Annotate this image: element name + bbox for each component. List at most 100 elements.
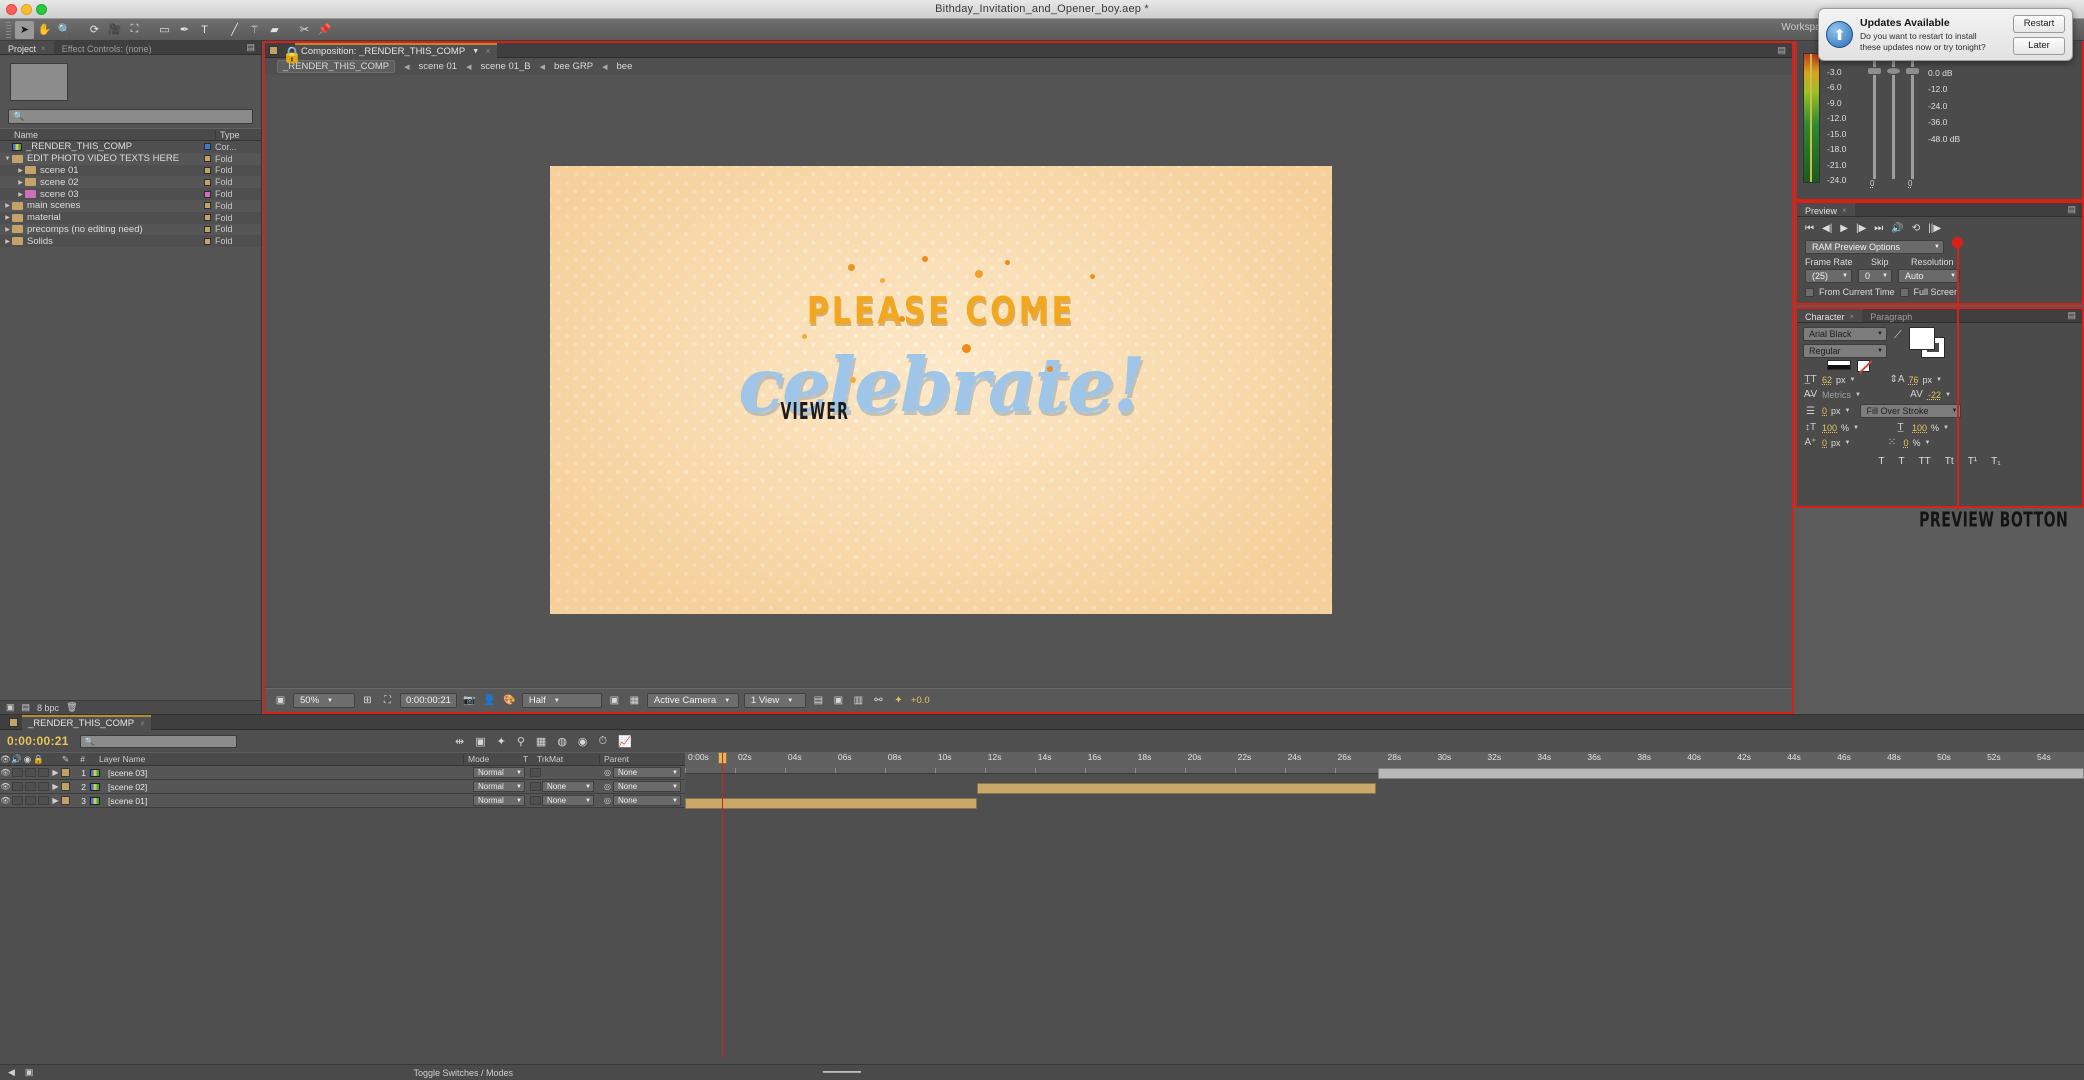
audio-slider-knob-3[interactable] [1905, 67, 1920, 75]
font-size-value[interactable]: 62 [1822, 375, 1832, 385]
preview-options-row[interactable]: RAM Preview Options ▼ [1797, 238, 2082, 256]
twirl-closed-icon[interactable]: ▶ [3, 226, 12, 233]
layer-duration-bar[interactable] [685, 798, 978, 809]
audio-slider-track-1[interactable] [1873, 57, 1876, 179]
audio-slider-track-3[interactable] [1911, 57, 1914, 179]
playhead-line[interactable] [722, 752, 723, 1058]
label-color-swatch[interactable] [204, 155, 211, 163]
label-color-swatch[interactable] [204, 190, 211, 198]
character-panel-tabs[interactable]: Character × Paragraph ▤ [1797, 309, 2082, 323]
project-list-item[interactable]: ▶ precomps (no editing need) Fold [0, 223, 261, 236]
delete-icon[interactable]: 🗑 [66, 702, 77, 713]
twirl-closed-icon[interactable]: ▶ [16, 191, 25, 198]
no-fill-icon[interactable] [1857, 360, 1870, 372]
new-folder-icon[interactable]: ▣ [6, 702, 15, 713]
first-frame-button[interactable]: ⏮ [1805, 223, 1814, 234]
layer-name-cell[interactable]: [scene 03] [90, 768, 473, 778]
column-header-parent[interactable]: Parent [599, 754, 685, 764]
label-color-swatch[interactable] [204, 143, 211, 151]
font-style-button[interactable]: TT [1919, 456, 1931, 467]
baseline-shift-value[interactable]: 0 [1822, 438, 1827, 448]
chevron-down-icon[interactable]: ▼ [1845, 408, 1851, 414]
chevron-down-icon[interactable]: ▼ [1936, 377, 1942, 383]
column-header-trkmat[interactable]: TrkMat [537, 754, 599, 764]
column-header-t[interactable]: T [523, 754, 537, 764]
bit-depth-label[interactable]: 8 bpc [37, 703, 59, 713]
layer-lock-toggle[interactable] [38, 796, 49, 805]
audio-slider-value-1[interactable]: 0 [1870, 179, 1874, 188]
project-search-input[interactable]: 🔍 [8, 109, 253, 124]
type-tool-icon[interactable]: T [195, 21, 214, 39]
baseline-tsume-row[interactable]: A⁺ 0 px ▼ ⁙ 0 % ▼ [1797, 435, 2082, 450]
twirl-closed-icon[interactable]: ▶ [16, 167, 25, 174]
resolution-dropdown[interactable]: Half ▼ [521, 693, 602, 708]
toolbar-grip[interactable] [6, 21, 11, 38]
show-snapshot-icon[interactable]: 👤 [482, 693, 497, 708]
label-color-swatch[interactable] [204, 202, 211, 210]
audio-slider-value-2[interactable]: 0 [1908, 179, 1912, 188]
graph-editor-toggle-icon[interactable]: ▣ [25, 1067, 34, 1078]
breadcrumb[interactable]: _RENDER_THIS_COMP ◀ scene 01 ◀ scene 01_B ◀ be… [265, 58, 1792, 75]
project-list-item[interactable]: ▶ scene 02 Fold [0, 176, 261, 189]
project-item-list[interactable]: _RENDER_THIS_COMP Cor... ▼ EDIT PHOTO VIDEO… [0, 141, 261, 248]
layer-solo-toggle[interactable] [25, 796, 36, 805]
table-row[interactable]: 👁 ▶ 3 [scene 01] Normal ▼ None ▼ ◎ None ▼ [0, 794, 685, 808]
horizontal-scale-value[interactable]: 100 [1912, 423, 1927, 433]
restart-button[interactable]: Restart [2013, 14, 2065, 33]
project-list-item[interactable]: ▶ Solids Fold [0, 235, 261, 248]
twirl-closed-icon[interactable]: ▶ [3, 238, 12, 245]
project-list-item[interactable]: ▶ scene 03 Fold [0, 188, 261, 200]
resolution-dropdown[interactable]: Auto ▼ [1898, 269, 1960, 283]
font-family-dropdown[interactable]: Arial Black ▼ [1803, 327, 1887, 341]
composition-footer-toolbar[interactable]: ▣ 50% ▼ ⊞ ⛶ 0:00:00:21 📷 👤 🎨 Half ▼ ▣ ▦ Ac… [265, 688, 1792, 712]
breadcrumb-item[interactable]: bee GRP [554, 61, 593, 72]
full-screen-checkbox[interactable] [1899, 287, 1909, 297]
breadcrumb-item[interactable]: scene 01_B [480, 61, 530, 72]
tab-effect-controls[interactable]: Effect Controls: (none) [54, 41, 160, 54]
composition-mini-flowchart-icon[interactable]: ⇹ [455, 735, 464, 748]
panel-menu-icon[interactable]: ▤ [2067, 309, 2082, 322]
timeline-tab-row[interactable]: _RENDER_THIS_COMP × [0, 714, 2084, 730]
layer-visibility-icon[interactable]: 👁 [0, 796, 11, 805]
live-update-icon[interactable]: ▣ [475, 735, 485, 748]
tab-timeline-comp[interactable]: _RENDER_THIS_COMP × [22, 714, 151, 730]
audio-slider-knob-2[interactable] [1886, 67, 1901, 75]
close-icon[interactable]: × [485, 46, 491, 57]
timeline-footer-bar[interactable]: ◀ ▣ Toggle Switches / Modes ━━━━━━━ [0, 1064, 2084, 1080]
project-list-item[interactable]: ▼ EDIT PHOTO VIDEO TEXTS HERE Fold [0, 152, 261, 165]
tsume-value[interactable]: 0 [1903, 438, 1908, 448]
layer-duration-bar[interactable] [977, 783, 1377, 794]
comp-flowchart-icon[interactable]: ⚯ [871, 693, 886, 708]
font-style-buttons[interactable]: T T TT Tt T¹ T₁ [1797, 450, 2082, 467]
column-header-name[interactable]: Name [0, 130, 215, 140]
grid-guides-icon[interactable]: ⊞ [360, 693, 375, 708]
table-row[interactable]: 👁 ▶ 1 [scene 03] Normal ▼ ◎ None ▼ [0, 766, 685, 780]
panel-menu-icon[interactable]: ▤ [2067, 203, 2082, 216]
twirl-closed-icon[interactable]: ▶ [3, 214, 12, 221]
layer-mode-dropdown[interactable]: Normal ▼ [473, 781, 525, 792]
label-color-swatch[interactable] [204, 237, 211, 245]
layer-parent-dropdown[interactable]: None ▼ [613, 795, 681, 806]
auto-keyframe-icon[interactable]: ⏱ [599, 735, 608, 748]
preview-checkbox-row[interactable]: From Current Time Full Screen [1797, 285, 2082, 299]
stroke-width-value[interactable]: 0 [1822, 406, 1827, 416]
panel-menu-icon[interactable]: ▤ [246, 41, 261, 54]
tab-preview[interactable]: Preview × [1797, 203, 1855, 216]
layer-solo-toggle[interactable] [25, 782, 36, 791]
snapshot-icon[interactable]: 📷 [462, 693, 477, 708]
eraser-tool-icon[interactable]: ▰ [265, 21, 284, 39]
hide-shy-layers-icon[interactable]: ⚲ [517, 735, 525, 748]
chevron-down-icon[interactable]: ▼ [1853, 425, 1859, 431]
region-interest-toggle-icon[interactable]: ▣ [607, 693, 622, 708]
composition-tab-row[interactable]: 🔒 Composition: _RENDER_THIS_COMP ▼ × ▤ [265, 42, 1792, 64]
camera-tool-icon[interactable]: 🎥 [105, 21, 124, 39]
timeline-track-area[interactable] [685, 766, 2084, 811]
label-color-swatch[interactable] [204, 166, 211, 174]
fill-stroke-order-dropdown[interactable]: Fill Over Stroke ▼ [1860, 404, 1962, 418]
frame-blending-icon[interactable]: ▦ [536, 735, 546, 748]
zoom-level-dropdown[interactable]: 50% ▼ [293, 693, 355, 708]
loop-button[interactable]: ⟲ [1912, 223, 1920, 234]
exposure-icon[interactable]: ✦ [891, 693, 906, 708]
audio-slider-track-2[interactable] [1892, 57, 1895, 179]
layer-lock-toggle[interactable] [38, 768, 49, 777]
